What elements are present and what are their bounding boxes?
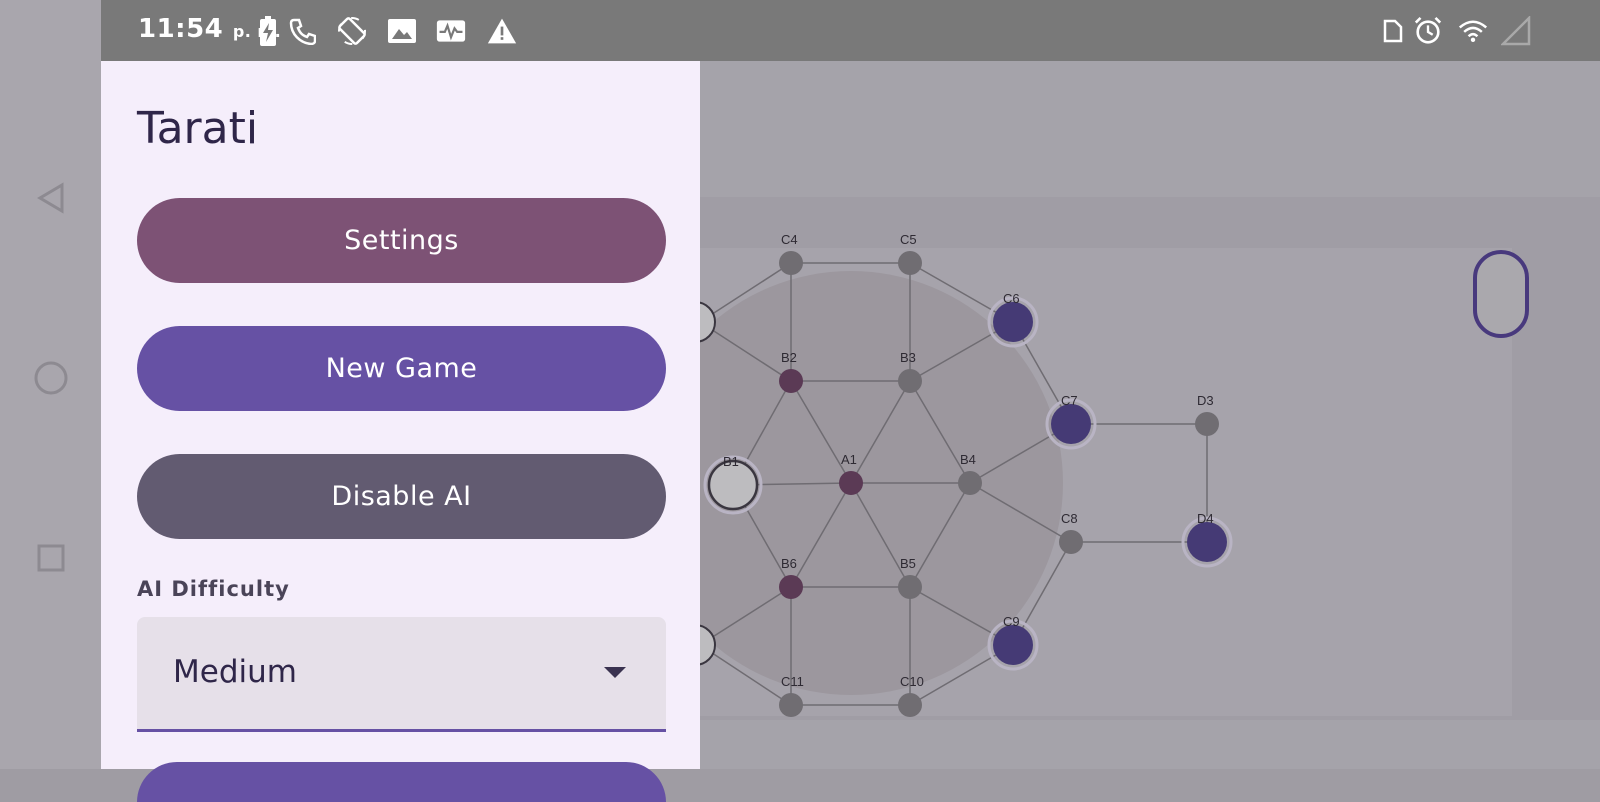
board-label-b1: B1 [723,454,739,469]
board-label-c6: C6 [1003,291,1020,306]
board-label-c7: C7 [1061,393,1078,408]
ai-difficulty-select[interactable]: Medium [137,617,666,732]
board-label-b5: B5 [900,556,916,571]
board-node-b2[interactable] [779,369,803,393]
settings-button[interactable]: Settings [137,198,666,283]
ai-difficulty-value: Medium [173,654,297,690]
board-node-d4[interactable] [1187,522,1227,562]
board-node-c4[interactable] [779,251,803,275]
scroll-handle[interactable] [1473,250,1529,338]
new-game-button[interactable]: New Game [137,326,666,411]
ai-difficulty-label: AI Difficulty [137,577,290,601]
board-label-c9: C9 [1003,614,1020,629]
board-label-c4: C4 [781,232,798,247]
board-node-c11[interactable] [779,693,803,717]
board-node-b3[interactable] [898,369,922,393]
board-label-b6: B6 [781,556,797,571]
board-node-c8[interactable] [1059,530,1083,554]
board-label-d3: D3 [1197,393,1214,408]
navigation-drawer: Tarati Settings New Game Disable AI AI D… [101,61,700,802]
board-label-b4: B4 [960,452,976,467]
board-label-b2: B2 [781,350,797,365]
board-node-d3[interactable] [1195,412,1219,436]
board-label-c5: C5 [900,232,917,247]
board-label-c11: C11 [781,674,804,689]
board-label-c8: C8 [1061,511,1078,526]
board-label-d4: D4 [1197,511,1214,526]
partial-button[interactable] [137,762,666,802]
board-node-c6[interactable] [993,302,1033,342]
board-node-c10[interactable] [898,693,922,717]
board-node-c5[interactable] [898,251,922,275]
disable-ai-button[interactable]: Disable AI [137,454,666,539]
board-node-b4[interactable] [958,471,982,495]
app-title: Tarati [137,103,259,154]
board-node-b6[interactable] [779,575,803,599]
board-label-a1: A1 [841,452,857,467]
board-node-c9[interactable] [993,625,1033,665]
board-node-b5[interactable] [898,575,922,599]
board-label-c10: C10 [900,674,924,689]
board-node-c7[interactable] [1051,404,1091,444]
board-node-a1[interactable] [839,471,863,495]
dropdown-arrow-icon [604,667,626,678]
board-label-b3: B3 [900,350,916,365]
